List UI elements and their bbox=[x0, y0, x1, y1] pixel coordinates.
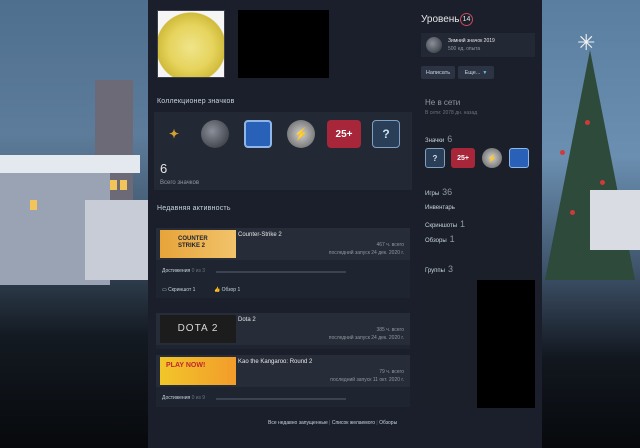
game-name[interactable]: Dota 2 bbox=[238, 317, 256, 323]
activity-footer-links: Все недавно запущенные | Список желаемог… bbox=[268, 420, 397, 426]
more-label: Еще... bbox=[464, 69, 481, 76]
game-hours: 385 ч. всего bbox=[376, 327, 405, 333]
lightning-badge-icon[interactable]: ⚡ bbox=[287, 120, 315, 148]
game-name[interactable]: Counter-Strike 2 bbox=[238, 232, 282, 238]
background-snow-roof bbox=[0, 155, 140, 173]
side-panel-dark-area bbox=[477, 280, 535, 408]
cs2-art-line1: COUNTER bbox=[178, 236, 208, 242]
background-building-snow bbox=[85, 200, 150, 280]
recent-games-link[interactable]: Все недавно запущенные bbox=[268, 420, 328, 426]
badges-label: Значки bbox=[425, 138, 445, 144]
footer-separator: | bbox=[376, 420, 378, 426]
background-window bbox=[30, 200, 37, 210]
question-box-badge-icon[interactable]: ? bbox=[425, 148, 445, 168]
game-card-dota2: DOTA 2 Dota 2 385 ч. всего последний зап… bbox=[156, 313, 410, 349]
background-window bbox=[120, 180, 127, 190]
screenshot-label: Скриншот 1 bbox=[168, 287, 196, 293]
tree-star-icon: ✳ bbox=[577, 30, 596, 55]
background-snow-house bbox=[590, 190, 640, 250]
achievements-label: Достижения bbox=[162, 268, 191, 274]
badges-link[interactable]: Значки 6 bbox=[425, 134, 452, 144]
screenshots-link[interactable]: Скриншоты 1 bbox=[425, 219, 465, 229]
years-25-badge-icon[interactable]: 25+ bbox=[327, 120, 361, 148]
cs2-art-line2: STRIKE 2 bbox=[178, 243, 206, 249]
message-button[interactable]: Написать bbox=[421, 66, 455, 79]
ornament-badge-icon[interactable] bbox=[201, 120, 229, 148]
badge-total-caption: Всего значков bbox=[160, 180, 200, 186]
ornament-icon bbox=[426, 37, 442, 53]
dota2-game-art[interactable]: DOTA 2 bbox=[160, 315, 236, 343]
screenshots-label: Скриншоты bbox=[425, 223, 458, 229]
reviews-count: 1 bbox=[449, 234, 455, 244]
ornament-decoration bbox=[585, 120, 590, 125]
achievements-progress-bar bbox=[216, 398, 346, 400]
showcase-video-frame bbox=[238, 10, 329, 78]
screenshots-count: 1 bbox=[460, 219, 466, 229]
level-badge[interactable]: 14 bbox=[460, 13, 473, 26]
game-last-played: последний запуск 24 дек. 2020 г. bbox=[328, 335, 404, 341]
favorite-badge-xp: 500 ед. опыта bbox=[448, 46, 481, 52]
game-hours: 79 ч. всего bbox=[379, 369, 404, 375]
badge-collector-title: Коллекционер значков bbox=[157, 98, 235, 105]
blue-tile-badge-icon[interactable] bbox=[509, 148, 529, 168]
lightning-badge-icon[interactable]: ⚡ bbox=[482, 148, 502, 168]
question-box-badge-icon[interactable]: ? bbox=[372, 120, 400, 148]
game-hours: 467 ч. всего bbox=[376, 242, 405, 248]
review-link[interactable]: 👍 Обзор 1 bbox=[214, 287, 240, 293]
footer-separator: | bbox=[329, 420, 331, 426]
badge-total-count: 6 bbox=[160, 161, 168, 176]
games-count: 36 bbox=[442, 187, 453, 197]
review-label: Обзор 1 bbox=[221, 287, 241, 293]
badges-count: 6 bbox=[447, 134, 453, 144]
ornament-decoration bbox=[560, 150, 565, 155]
screenshot-link[interactable]: ▭ Скриншот 1 bbox=[162, 287, 195, 293]
groups-count: 3 bbox=[448, 264, 454, 274]
reviews-side-link[interactable]: Обзоры 1 bbox=[425, 234, 455, 244]
favorite-badge-name: Зимний значок 2019 bbox=[448, 38, 495, 44]
achievements-row[interactable]: Достижения 0 из 3 bbox=[162, 268, 205, 274]
groups-label: Группы bbox=[425, 268, 445, 274]
achievements-progress-bar bbox=[216, 271, 346, 273]
cs2-game-art[interactable]: COUNTER STRIKE 2 bbox=[160, 230, 236, 258]
game-name[interactable]: Kao the Kangaroo: Round 2 bbox=[238, 359, 312, 365]
level-label: Уровень bbox=[421, 14, 460, 25]
achievements-label: Достижения bbox=[162, 395, 191, 401]
thumbs-up-icon: 👍 bbox=[214, 287, 222, 293]
online-status: Не в сети bbox=[425, 98, 461, 107]
more-button[interactable]: Еще... ▼ bbox=[458, 66, 494, 79]
achievements-row[interactable]: Достижения 0 из 9 bbox=[162, 395, 205, 401]
inventory-link[interactable]: Инвентарь bbox=[425, 205, 455, 211]
years-25-badge-icon[interactable]: 25+ bbox=[451, 148, 475, 168]
groups-link[interactable]: Группы 3 bbox=[425, 264, 453, 274]
background-window bbox=[110, 180, 117, 190]
ornament-decoration bbox=[570, 210, 575, 215]
game-card-kao: PLAY NOW! Kao the Kangaroo: Round 2 79 ч… bbox=[156, 355, 410, 407]
games-link[interactable]: Игры 36 bbox=[425, 187, 452, 197]
wishlist-link[interactable]: Список желаемого bbox=[332, 420, 375, 426]
game-card-cs2: COUNTER STRIKE 2 Counter-Strike 2 467 ч.… bbox=[156, 228, 410, 298]
recent-activity-title: Недавняя активность bbox=[157, 205, 231, 212]
avatar[interactable] bbox=[157, 10, 225, 78]
chevron-down-icon: ▼ bbox=[482, 69, 488, 76]
last-online: В сети: 2078 дн. назад bbox=[425, 110, 478, 116]
kao-game-art[interactable]: PLAY NOW! bbox=[160, 357, 236, 385]
blue-tile-badge-icon[interactable] bbox=[244, 120, 272, 148]
games-label: Игры bbox=[425, 191, 440, 197]
achievements-value: 0 из 9 bbox=[191, 395, 206, 401]
game-last-played: последний запуск 11 окт. 2020 г. bbox=[330, 377, 404, 383]
reviews-link[interactable]: Обзоры bbox=[379, 420, 397, 426]
candy-cane-badge-icon[interactable]: ✦ bbox=[160, 120, 188, 148]
achievements-value: 0 из 3 bbox=[191, 268, 206, 274]
ornament-decoration bbox=[600, 180, 605, 185]
reviews-label: Обзоры bbox=[425, 238, 447, 244]
game-last-played: последний запуск 24 дек. 2020 г. bbox=[328, 250, 404, 256]
